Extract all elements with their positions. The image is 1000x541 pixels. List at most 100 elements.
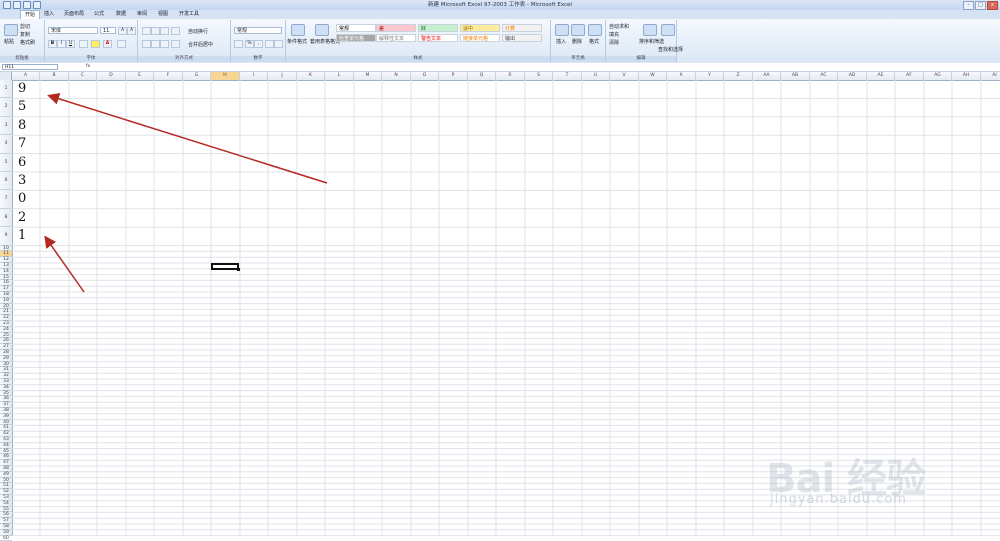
comma-button[interactable]: ,	[254, 40, 263, 48]
conditional-format-button[interactable]: 条件格式	[287, 38, 307, 45]
italic-button[interactable]: I	[57, 40, 66, 48]
cell-a7[interactable]: 0	[18, 191, 26, 206]
maximize-button[interactable]: □	[975, 1, 986, 10]
column-header[interactable]: U	[582, 72, 610, 80]
row-header[interactable]: 3	[0, 117, 12, 136]
insert-function-button[interactable]: fx	[86, 64, 94, 70]
copy-button[interactable]: 复制	[20, 31, 30, 38]
orientation-icon[interactable]	[171, 27, 180, 35]
autosum-button[interactable]: 自动求和	[609, 23, 629, 30]
column-header[interactable]: Y	[696, 72, 724, 80]
column-header[interactable]: M	[354, 72, 382, 80]
select-all-button[interactable]	[0, 72, 12, 80]
column-header[interactable]: D	[97, 72, 126, 80]
bold-button[interactable]: B	[48, 40, 57, 48]
tab-developer[interactable]: 开发工具	[175, 10, 203, 19]
column-header[interactable]: O	[411, 72, 439, 80]
tab-view[interactable]: 视图	[154, 10, 172, 19]
column-header[interactable]: W	[639, 72, 667, 80]
delete-cells-icon[interactable]	[571, 24, 585, 36]
column-header[interactable]: V	[610, 72, 639, 80]
column-header[interactable]: E	[126, 72, 154, 80]
style-cell[interactable]: 解释性文本	[376, 34, 416, 42]
column-header[interactable]: AA	[753, 72, 781, 80]
column-header[interactable]: H	[211, 72, 240, 80]
close-button[interactable]: x	[987, 1, 998, 10]
tab-home[interactable]: 开始	[20, 10, 41, 19]
style-cell[interactable]: 计算	[502, 24, 542, 32]
cell-a2[interactable]: 5	[18, 99, 26, 114]
column-header[interactable]: J	[268, 72, 297, 80]
minimize-button[interactable]: -	[963, 1, 974, 10]
tab-data[interactable]: 数据	[112, 10, 130, 19]
column-header[interactable]: AH	[952, 72, 981, 80]
style-cell[interactable]: 适中	[460, 24, 500, 32]
align-middle-icon[interactable]	[151, 27, 160, 35]
column-header[interactable]: B	[40, 72, 69, 80]
font-size-select[interactable]: 11	[100, 27, 116, 34]
active-cell[interactable]	[211, 263, 240, 271]
cell-a1[interactable]: 9	[18, 81, 26, 96]
font-color-icon[interactable]: A	[103, 40, 112, 48]
fill-color-icon[interactable]	[91, 40, 100, 48]
indent-icon[interactable]	[171, 40, 180, 48]
row-header[interactable]: 9	[0, 227, 12, 246]
tab-formulas[interactable]: 公式	[90, 10, 108, 19]
fill-button[interactable]: 填充	[609, 31, 619, 38]
row-header[interactable]: 1	[0, 80, 12, 99]
row-header[interactable]: 60	[0, 536, 12, 541]
column-header[interactable]: AB	[781, 72, 810, 80]
paste-icon[interactable]	[4, 24, 18, 36]
column-header[interactable]: AC	[810, 72, 838, 80]
clear-button[interactable]: 清除	[609, 39, 619, 46]
cell-a9[interactable]: 1	[18, 228, 26, 243]
tab-insert[interactable]: 插入	[40, 10, 58, 19]
column-header[interactable]: AF	[895, 72, 924, 80]
column-header[interactable]: C	[69, 72, 97, 80]
column-header[interactable]: G	[183, 72, 211, 80]
style-cell[interactable]: 警告文本	[418, 34, 458, 42]
column-header[interactable]: P	[439, 72, 468, 80]
column-header[interactable]: A	[12, 72, 40, 80]
insert-cells-icon[interactable]	[555, 24, 569, 36]
decrease-decimal-icon[interactable]	[274, 40, 283, 48]
phonetic-icon[interactable]	[117, 40, 126, 48]
column-header[interactable]: AI	[981, 72, 1000, 80]
column-header[interactable]: AG	[924, 72, 952, 80]
tab-review[interactable]: 审阅	[133, 10, 151, 19]
column-header[interactable]: N	[382, 72, 411, 80]
column-header[interactable]: T	[553, 72, 582, 80]
grow-font-button[interactable]: A	[118, 27, 127, 35]
shrink-font-button[interactable]: A	[127, 27, 136, 35]
style-cell[interactable]: 好	[418, 24, 458, 32]
increase-decimal-icon[interactable]	[265, 40, 274, 48]
conditional-format-icon[interactable]	[291, 24, 305, 36]
align-top-icon[interactable]	[142, 27, 151, 35]
paste-button[interactable]: 粘贴	[4, 38, 14, 45]
format-cells-icon[interactable]	[588, 24, 602, 36]
currency-icon[interactable]	[234, 40, 243, 48]
font-name-select[interactable]: 宋体	[48, 27, 98, 34]
column-header[interactable]: F	[154, 72, 183, 80]
align-center-icon[interactable]	[151, 40, 160, 48]
find-select-icon[interactable]	[661, 24, 675, 36]
row-header[interactable]: 5	[0, 154, 12, 172]
align-left-icon[interactable]	[142, 40, 151, 48]
column-header[interactable]: X	[667, 72, 696, 80]
column-header[interactable]: Z	[724, 72, 753, 80]
format-painter-button[interactable]: 格式刷	[20, 39, 35, 46]
row-header[interactable]: 7	[0, 190, 12, 209]
merge-center-button[interactable]: 合并后居中	[188, 41, 213, 48]
style-cell[interactable]: 输出	[502, 34, 542, 42]
style-cell[interactable]: 差	[376, 24, 416, 32]
align-right-icon[interactable]	[160, 40, 169, 48]
cell-a4[interactable]: 7	[18, 136, 26, 151]
percent-button[interactable]: %	[245, 40, 254, 48]
column-header[interactable]: S	[525, 72, 553, 80]
underline-button[interactable]: U	[66, 40, 75, 48]
style-cell[interactable]: 检查单元格	[336, 34, 376, 42]
cell-a8[interactable]: 2	[18, 210, 26, 225]
column-header[interactable]: Q	[468, 72, 496, 80]
number-format-select[interactable]: 常规	[234, 27, 282, 34]
format-cells-button[interactable]: 格式	[589, 38, 599, 45]
